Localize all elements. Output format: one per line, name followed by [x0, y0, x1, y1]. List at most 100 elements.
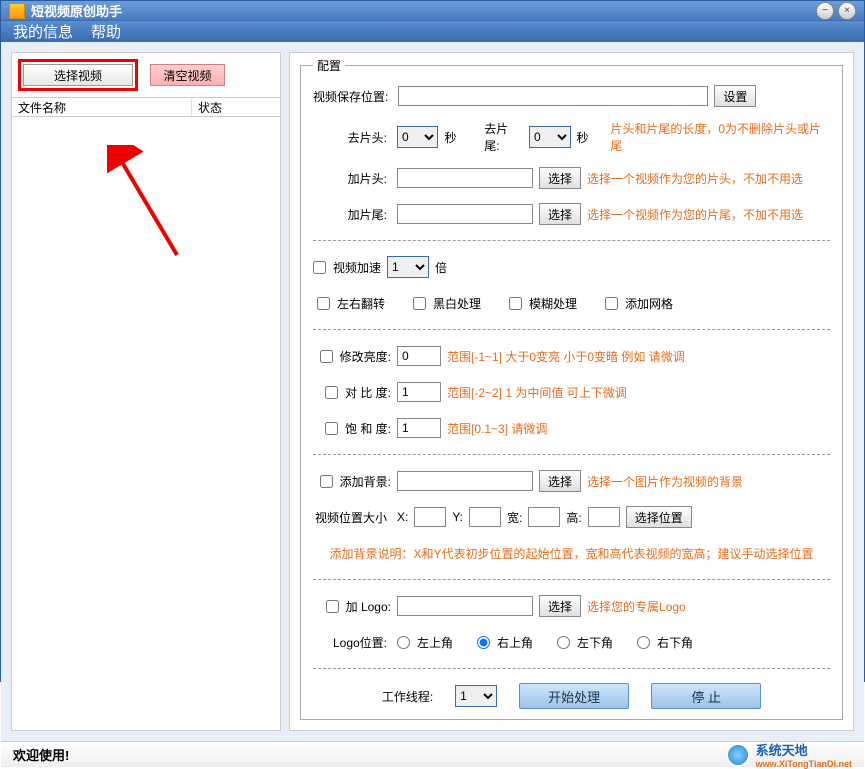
speedup-checkbox[interactable] — [313, 261, 326, 274]
left-button-row: 选择视频 清空视频 — [12, 53, 280, 97]
minimize-button[interactable]: − — [816, 2, 834, 20]
brightness-input[interactable] — [397, 346, 441, 366]
threads-select[interactable]: 1 — [455, 685, 497, 707]
app-icon — [9, 3, 25, 19]
choose-bg-button[interactable]: 选择 — [539, 470, 581, 492]
set-location-button[interactable]: 设置 — [714, 85, 756, 107]
contrast-label: 对 比 度: — [345, 384, 391, 401]
close-button[interactable]: × — [838, 2, 856, 20]
flip-label: 左右翻转 — [337, 295, 385, 312]
blur-checkbox[interactable] — [509, 297, 522, 310]
logo-checkbox[interactable] — [326, 600, 339, 613]
logo-br-radio[interactable] — [637, 636, 650, 649]
file-list-body[interactable] — [12, 117, 280, 730]
add-head-row: 加片头: 选择 选择一个视频作为您的片头，不加不用选 — [313, 166, 830, 190]
config-legend: 配置 — [313, 57, 345, 74]
w-label: 宽: — [507, 509, 522, 526]
bg-input[interactable] — [397, 471, 533, 491]
h-label: 高: — [566, 509, 581, 526]
saturation-input[interactable] — [397, 418, 441, 438]
logo-hint: 选择您的专属Logo — [587, 598, 686, 615]
add-head-hint: 选择一个视频作为您的片头，不加不用选 — [587, 170, 803, 187]
y-label: Y: — [452, 510, 463, 524]
statusbar: 欢迎使用! 系统天地 www.XiTongTianDi.net — [1, 741, 864, 767]
logo-br-label: 右下角 — [657, 634, 693, 651]
h-input[interactable] — [588, 507, 620, 527]
logo-pos-row: Logo位置: 左上角 右上角 左下角 右下角 — [313, 630, 830, 654]
logo-tl-radio[interactable] — [397, 636, 410, 649]
bg-hint: 选择一个图片作为视频的背景 — [587, 473, 743, 490]
config-fieldset: 配置 视频保存位置: 设置 去片头: 0 秒 去片尾: 0 秒 — [300, 57, 843, 720]
grid-label: 添加网格 — [625, 295, 673, 312]
trim-hint: 片头和片尾的长度，0为不删除片头或片尾 — [610, 120, 830, 154]
trim-head-label: 去片头: — [313, 129, 391, 146]
titlebar: 短视频原创助手 − × — [1, 1, 864, 21]
trim-tail-label: 去片尾: — [484, 120, 523, 154]
select-video-highlight: 选择视频 — [18, 59, 138, 91]
logo-bl-label: 左下角 — [577, 634, 613, 651]
saturation-hint: 范围[0.1~3] 请微调 — [447, 420, 547, 437]
saturation-checkbox[interactable] — [325, 422, 338, 435]
effects-row: 左右翻转 黑白处理 模糊处理 添加网格 — [313, 291, 830, 315]
contrast-checkbox[interactable] — [325, 386, 338, 399]
stop-button[interactable]: 停 止 — [651, 683, 761, 709]
logo-bl-radio[interactable] — [557, 636, 570, 649]
app-window: 短视频原创助手 − × 我的信息 帮助 选择视频 清空视频 文件名称 状态 — [0, 0, 865, 682]
logo-tl-label: 左上角 — [417, 634, 453, 651]
contrast-hint: 范围[-2~2] 1 为中间值 可上下微调 — [447, 384, 627, 401]
bg-row: 添加背景: 选择 选择一个图片作为视频的背景 — [313, 469, 830, 493]
add-head-input[interactable] — [397, 168, 533, 188]
grid-checkbox[interactable] — [605, 297, 618, 310]
pos-hint: 添加背景说明：X和Y代表初步位置的起始位置，宽和高代表视频的宽高；建议手动选择位… — [313, 545, 830, 562]
trim-row: 去片头: 0 秒 去片尾: 0 秒 片头和片尾的长度，0为不删除片头或片尾 — [313, 120, 830, 154]
menu-my-info[interactable]: 我的信息 — [13, 21, 73, 42]
column-status: 状态 — [192, 99, 280, 116]
trim-head-select[interactable]: 0 — [397, 126, 438, 148]
y-input[interactable] — [469, 507, 501, 527]
left-panel: 选择视频 清空视频 文件名称 状态 — [11, 52, 281, 731]
brightness-row: 修改亮度: 范围[-1~1] 大于0变亮 小于0变暗 例如 请微调 — [313, 344, 830, 368]
welcome-text: 欢迎使用! — [13, 745, 69, 764]
choose-head-button[interactable]: 选择 — [539, 167, 581, 189]
logo-input[interactable] — [397, 596, 533, 616]
menu-help[interactable]: 帮助 — [91, 21, 121, 42]
add-tail-row: 加片尾: 选择 选择一个视频作为您的片尾，不加不用选 — [313, 202, 830, 226]
logo-label: 加 Logo: — [346, 598, 391, 615]
watermark-text: 系统天地 www.XiTongTianDi.net — [756, 740, 852, 769]
clear-video-button[interactable]: 清空视频 — [150, 64, 225, 86]
choose-tail-button[interactable]: 选择 — [539, 203, 581, 225]
logo-tr-radio[interactable] — [477, 636, 490, 649]
contrast-input[interactable] — [397, 382, 441, 402]
speedup-label: 视频加速 — [333, 259, 381, 276]
position-row: 视频位置大小 X: Y: 宽: 高: 选择位置 — [313, 505, 830, 529]
bg-label: 添加背景: — [340, 473, 391, 490]
trim-tail-select[interactable]: 0 — [529, 126, 570, 148]
threads-label: 工作线程: — [382, 688, 433, 705]
action-row: 工作线程: 1 开始处理 停 止 — [313, 683, 830, 709]
menubar: 我的信息 帮助 — [1, 21, 864, 42]
bw-checkbox[interactable] — [413, 297, 426, 310]
flip-checkbox[interactable] — [317, 297, 330, 310]
times-label: 倍 — [435, 259, 447, 276]
choose-pos-button[interactable]: 选择位置 — [626, 506, 692, 528]
column-filename: 文件名称 — [12, 99, 192, 116]
select-video-button[interactable]: 选择视频 — [23, 64, 133, 86]
brightness-hint: 范围[-1~1] 大于0变亮 小于0变暗 例如 请微调 — [447, 348, 685, 365]
bg-checkbox[interactable] — [320, 475, 333, 488]
file-list-header: 文件名称 状态 — [12, 97, 280, 117]
save-location-input[interactable] — [398, 86, 708, 106]
brightness-checkbox[interactable] — [320, 350, 333, 363]
bw-label: 黑白处理 — [433, 295, 481, 312]
seconds-label-1: 秒 — [444, 129, 456, 146]
logo-pos-label: Logo位置: — [313, 634, 391, 651]
choose-logo-button[interactable]: 选择 — [539, 595, 581, 617]
divider-1 — [313, 240, 830, 241]
w-input[interactable] — [528, 507, 560, 527]
watermark-en: www.XiTongTianDi.net — [756, 759, 852, 769]
speedup-select[interactable]: 1 — [387, 256, 429, 278]
content-area: 选择视频 清空视频 文件名称 状态 配置 视频保存位置: — [1, 42, 864, 741]
divider-4 — [313, 579, 830, 580]
add-tail-input[interactable] — [397, 204, 533, 224]
start-button[interactable]: 开始处理 — [519, 683, 629, 709]
x-input[interactable] — [414, 507, 446, 527]
